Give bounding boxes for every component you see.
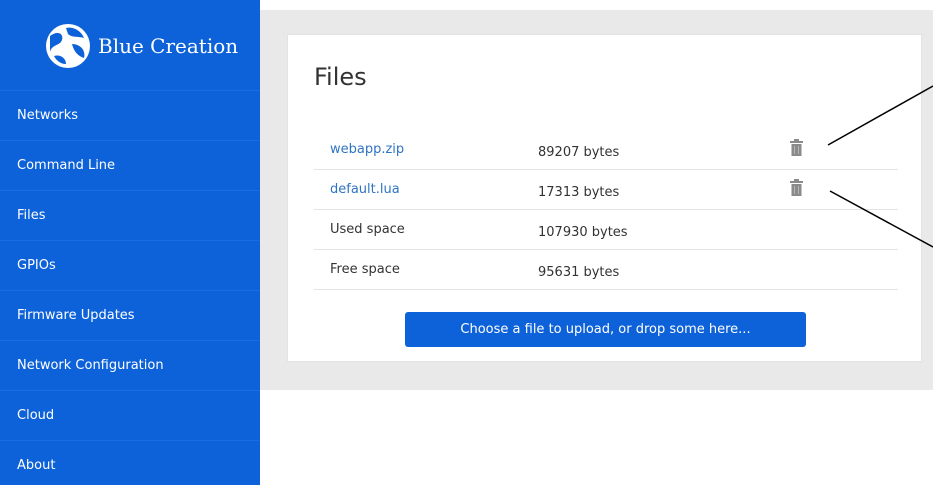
file-link[interactable]: default.lua [330, 182, 400, 197]
globe-logo-icon [46, 24, 90, 68]
sidebar-item-cloud[interactable]: Cloud [0, 390, 260, 440]
trash-icon[interactable] [790, 179, 803, 200]
sidebar-item-networks[interactable]: Networks [0, 90, 260, 140]
sidebar-item-files[interactable]: Files [0, 190, 260, 240]
summary-label: Free space [330, 262, 400, 277]
sidebar-item-firmware-updates[interactable]: Firmware Updates [0, 290, 260, 340]
brand-name: Blue Creation [98, 34, 239, 58]
sidebar: Blue Creation Networks Command Line File… [0, 0, 260, 485]
table-row: webapp.zip 89207 bytes [314, 130, 898, 170]
brand-logo[interactable]: Blue Creation [44, 21, 244, 71]
file-link[interactable]: webapp.zip [330, 142, 404, 157]
table-row: Used space 107930 bytes [314, 210, 898, 250]
sidebar-nav: Networks Command Line Files GPIOs Firmwa… [0, 90, 260, 490]
table-row: default.lua 17313 bytes [314, 170, 898, 210]
sidebar-item-command-line[interactable]: Command Line [0, 140, 260, 190]
upload-button[interactable]: Choose a file to upload, or drop some he… [405, 312, 806, 347]
file-size: 17313 bytes [538, 185, 620, 200]
trash-icon[interactable] [790, 139, 803, 160]
sidebar-item-network-configuration[interactable]: Network Configuration [0, 340, 260, 390]
files-table: webapp.zip 89207 bytes default.lua 17313… [314, 130, 898, 290]
sidebar-item-gpios[interactable]: GPIOs [0, 240, 260, 290]
summary-value: 95631 bytes [538, 265, 620, 280]
file-size: 89207 bytes [538, 145, 620, 160]
page-title: Files [314, 63, 367, 91]
table-row: Free space 95631 bytes [314, 250, 898, 290]
summary-label: Used space [330, 222, 405, 237]
files-panel: Files webapp.zip 89207 bytes default.lua… [287, 34, 922, 362]
summary-value: 107930 bytes [538, 225, 628, 240]
sidebar-item-about[interactable]: About [0, 440, 260, 490]
